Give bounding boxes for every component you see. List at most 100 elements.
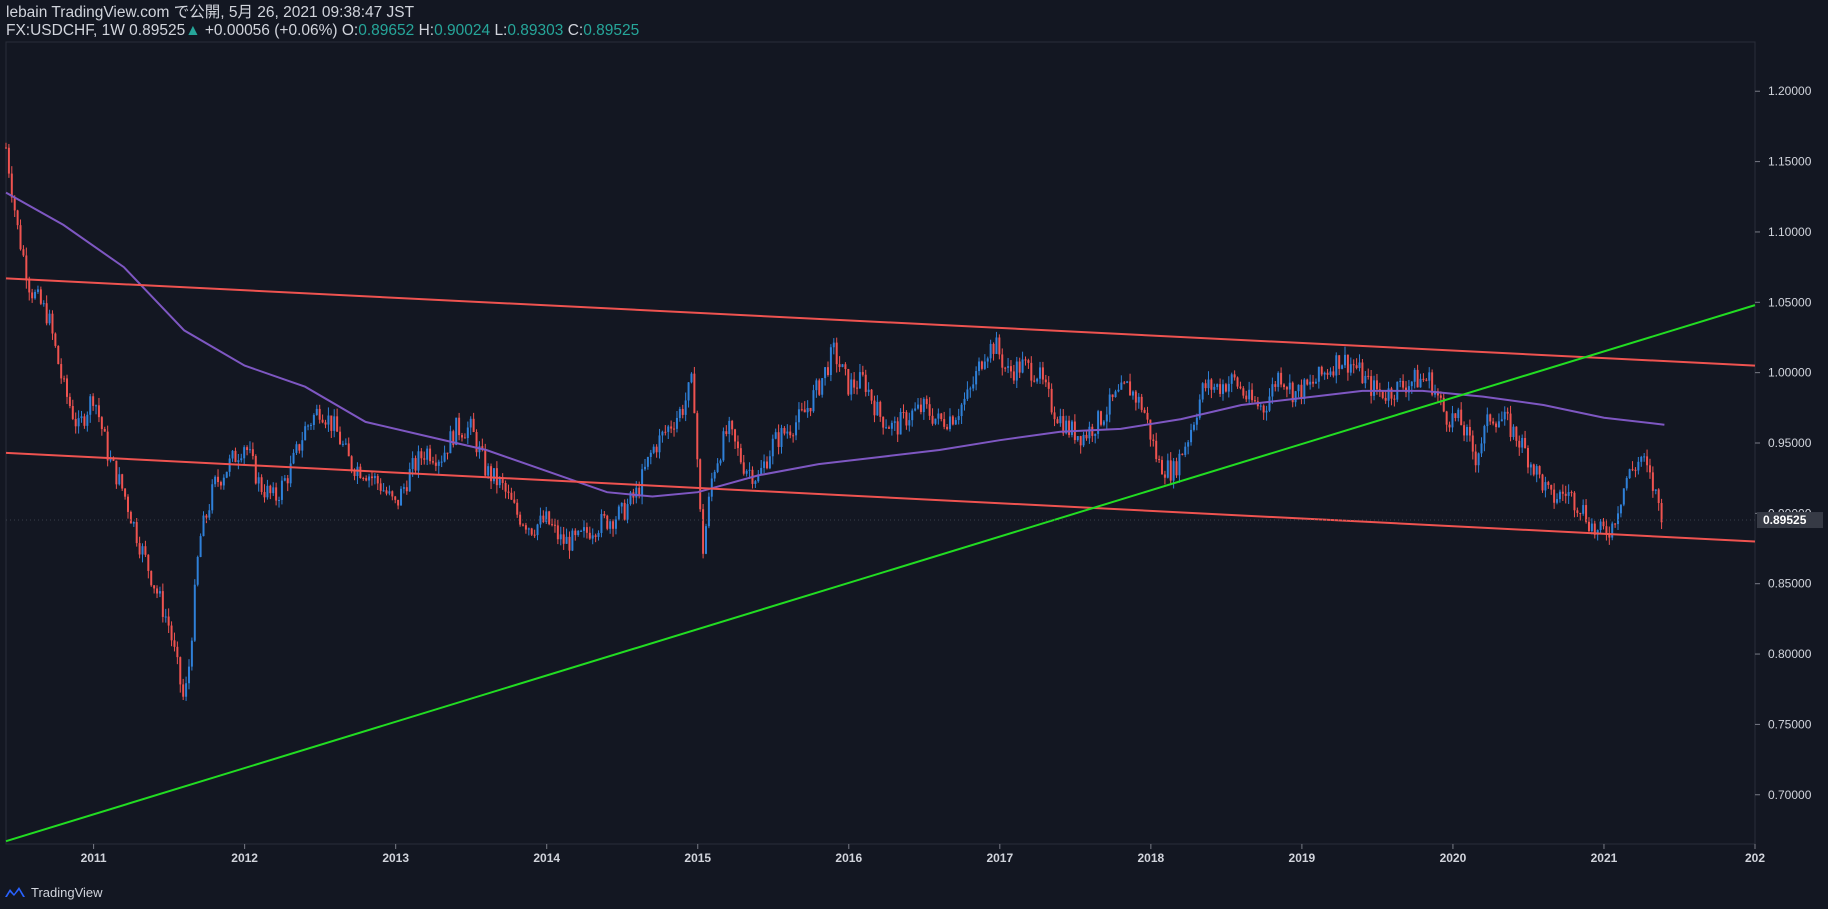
candle-down <box>844 364 847 370</box>
candle-down <box>847 369 850 395</box>
low-value: 0.89303 <box>507 22 564 39</box>
candle-up <box>118 474 121 485</box>
candle-down <box>71 406 74 419</box>
candle-up <box>1039 367 1042 379</box>
price-chart[interactable]: 0.700000.750000.800000.850000.900000.950… <box>0 0 1828 909</box>
candle-up <box>225 471 228 478</box>
footer-branding[interactable]: TradingView <box>4 882 103 902</box>
candle-down <box>902 412 905 414</box>
candle-down <box>809 407 812 412</box>
candle-up <box>77 418 80 427</box>
candle-up <box>304 426 307 441</box>
candle-up <box>1590 523 1593 532</box>
price-axis[interactable]: 0.700000.750000.800000.850000.900000.950… <box>1755 84 1812 802</box>
candle-up <box>1500 419 1503 422</box>
candle-down <box>1219 384 1222 394</box>
candle-down <box>1634 469 1637 471</box>
x-tick-label: 2012 <box>231 851 258 865</box>
candle-down <box>54 333 57 346</box>
candle-down <box>414 458 417 471</box>
candle-down <box>1573 492 1576 511</box>
candle-down <box>1100 411 1103 425</box>
candle-down <box>1282 384 1285 387</box>
candle-down <box>135 522 138 544</box>
channel-upper-line[interactable] <box>5 277 1756 367</box>
candle-up <box>388 491 391 494</box>
candle-up <box>841 364 844 367</box>
candle-up <box>301 440 304 451</box>
candle-down <box>670 426 673 429</box>
candle-down <box>1602 521 1605 527</box>
trend-support-line[interactable] <box>5 304 1756 843</box>
candle-up <box>527 528 530 530</box>
candle-down <box>57 345 60 365</box>
candle-up <box>559 534 562 540</box>
candle-up <box>536 524 539 536</box>
candle-up <box>440 461 443 463</box>
candle-down <box>106 431 109 461</box>
y-tick-label: 1.20000 <box>1768 84 1812 98</box>
candle-down <box>853 379 856 388</box>
candle-down <box>551 524 554 526</box>
candle-down <box>1648 465 1651 473</box>
candle-down <box>63 378 66 380</box>
candle-down <box>612 521 615 529</box>
candle-down <box>1524 437 1527 448</box>
y-tick-label: 1.05000 <box>1768 295 1812 309</box>
candle-down <box>16 210 19 226</box>
candle-up <box>1201 383 1204 400</box>
candle-up <box>272 487 275 494</box>
candle-down <box>681 408 684 415</box>
candle-down <box>734 429 737 442</box>
x-tick-label: 2013 <box>382 851 409 865</box>
candle-down <box>138 543 141 555</box>
trendline-drawings[interactable] <box>5 277 1756 843</box>
candle-up <box>1529 464 1532 468</box>
chart-legend: lebain TradingView.com で公開, 5月 26, 2021 … <box>6 4 639 40</box>
candle-down <box>1468 426 1471 436</box>
candle-down <box>1024 359 1027 361</box>
candle-down <box>10 173 13 198</box>
candle-up <box>211 484 214 511</box>
candle-up <box>626 504 629 520</box>
candle-down <box>873 400 876 416</box>
candle-down <box>463 437 466 439</box>
candle-down <box>574 530 577 536</box>
candle-down <box>510 492 513 500</box>
candle-down <box>359 466 362 479</box>
candle-down <box>1163 474 1166 478</box>
candle-down <box>882 416 885 428</box>
candle-up <box>815 380 818 391</box>
candle-up <box>1230 374 1233 384</box>
candle-down <box>1489 414 1492 422</box>
candle-up <box>292 452 295 464</box>
candle-down <box>879 401 882 417</box>
candle-up <box>417 451 420 471</box>
candle-down <box>693 373 696 414</box>
candle-up <box>597 532 600 537</box>
candle-down <box>1646 456 1649 466</box>
candle-down <box>153 585 156 589</box>
candle-up <box>704 526 707 554</box>
candle-up <box>989 343 992 359</box>
candle-down <box>1352 364 1355 366</box>
candle-up <box>1070 421 1073 435</box>
time-axis[interactable]: 2011 2012 2013 2014 2015 2016 2017 2018 2019 2020… <box>81 844 1766 865</box>
candle-up <box>158 591 161 594</box>
candle-down <box>472 418 475 433</box>
candle-up <box>1216 384 1219 387</box>
candle-up <box>832 342 835 348</box>
candle-up <box>617 506 620 520</box>
candle-up <box>1341 365 1344 369</box>
candle-up <box>1137 396 1140 403</box>
candle-up <box>975 371 978 385</box>
candle-up <box>893 421 896 423</box>
candle-up <box>185 683 188 697</box>
candle-up <box>908 420 911 426</box>
candle-up <box>202 515 205 537</box>
candle-up <box>1036 378 1039 382</box>
candle-down <box>420 451 423 459</box>
symbol-label[interactable]: FX:USDCHF, 1W <box>6 22 125 39</box>
candle-up <box>763 461 766 468</box>
candle-down <box>1509 413 1512 437</box>
